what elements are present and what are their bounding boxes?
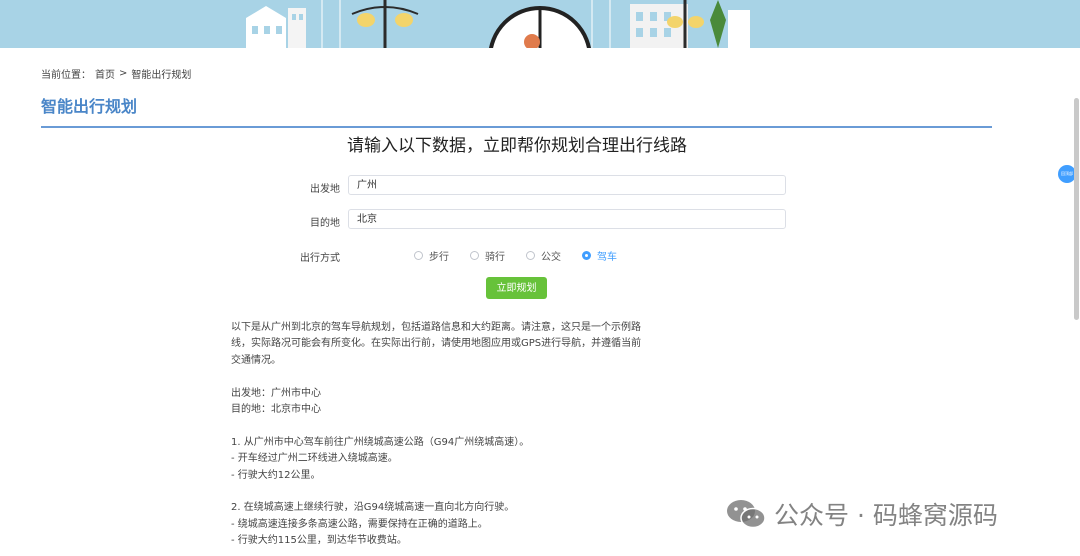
destination-label: 目的地 xyxy=(310,218,340,229)
radio-bike[interactable]: 骑行 xyxy=(470,248,526,263)
breadcrumb-separator: > xyxy=(119,68,128,79)
radio-circle xyxy=(526,251,535,260)
result-step1-title: 1. 从广州市中心驾车前往广州绕城高速公路（G94广州绕城高速）。 xyxy=(231,436,530,448)
destination-input[interactable]: 北京 xyxy=(348,209,786,229)
travel-mode-radio-group: 步行 骑行 公交 驾车 xyxy=(414,248,638,263)
radio-bus[interactable]: 公交 xyxy=(526,248,582,263)
travel-mode-label: 出行方式 xyxy=(300,253,340,264)
title-divider xyxy=(41,126,992,128)
breadcrumb-home-link[interactable]: 首页 xyxy=(95,66,115,81)
origin-input[interactable]: 广州 xyxy=(348,175,786,195)
scrollbar-thumb[interactable] xyxy=(1074,98,1079,320)
result-end: 目的地：北京市中心 xyxy=(231,404,321,416)
radio-walk[interactable]: 步行 xyxy=(414,248,470,263)
plan-now-button[interactable]: 立即规划 xyxy=(486,277,547,299)
watermark: 公众号 · 码蜂窝源码 xyxy=(726,496,998,532)
radio-drive[interactable]: 驾车 xyxy=(582,248,638,263)
radio-walk-label: 步行 xyxy=(429,252,449,263)
watermark-text: 公众号 · 码蜂窝源码 xyxy=(774,501,998,530)
breadcrumb: 当前位置： 首页 > 智能出行规划 xyxy=(41,66,191,81)
radio-circle-checked xyxy=(582,251,591,260)
result-intro: 以下是从广州到北京的驾车导航规划，包括道路信息和大约距离。请注意，这只是一个示例… xyxy=(231,322,642,366)
radio-circle xyxy=(414,251,423,260)
origin-label: 出发地 xyxy=(310,184,340,195)
route-result: 以下是从广州到北京的驾车导航规划，包括道路信息和大约距离。请注意，这只是一个示例… xyxy=(231,320,651,550)
result-step2-a: - 绕城高速连接多条高速公路，需要保持在正确的道路上。 xyxy=(231,518,488,530)
radio-drive-label: 驾车 xyxy=(597,252,617,263)
page-title: 智能出行规划 xyxy=(41,97,138,116)
header-banner xyxy=(0,0,1080,48)
wechat-icon xyxy=(727,500,766,529)
result-step1-b: - 行驶大约12公里。 xyxy=(231,469,321,481)
result-step2-title: 2. 在绕城高速上继续行驶，沿G94绕城高速一直向北方向行驶。 xyxy=(231,502,515,514)
result-step1-a: - 开车经过广州二环线进入绕城高速。 xyxy=(231,453,398,465)
city-illustration xyxy=(0,0,1080,48)
radio-bike-label: 骑行 xyxy=(485,252,505,263)
result-start: 出发地：广州市中心 xyxy=(231,387,321,399)
radio-bus-label: 公交 xyxy=(541,252,561,263)
form-heading: 请输入以下数据，立即帮你规划合理出行线路 xyxy=(347,136,687,156)
result-step2-b: - 行驶大约115公里，到达华节收费站。 xyxy=(231,535,407,547)
breadcrumb-prefix: 当前位置： xyxy=(41,70,91,81)
radio-circle xyxy=(470,251,479,260)
breadcrumb-current: 智能出行规划 xyxy=(131,70,192,81)
